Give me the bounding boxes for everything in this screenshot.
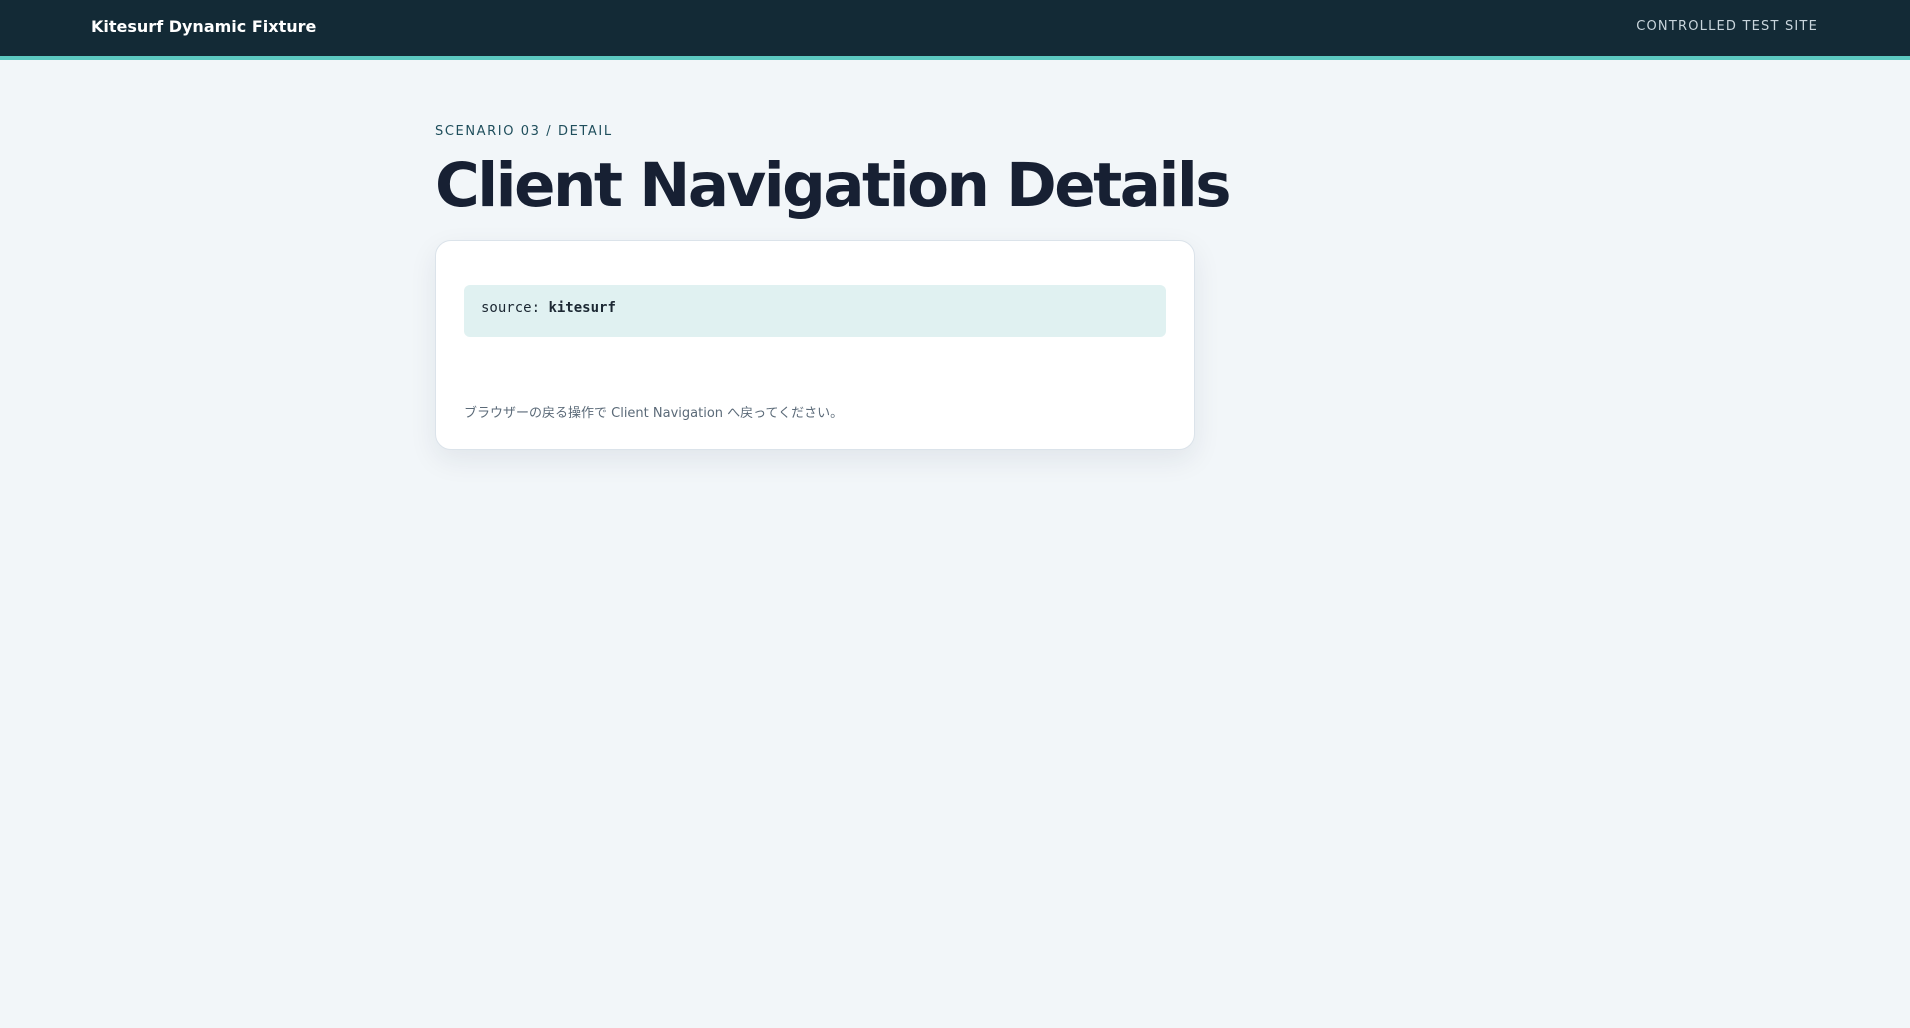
detail-card: source: kitesurf ブラウザーの戻る操作で Client Navi… <box>435 240 1195 450</box>
site-tag: CONTROLLED TEST SITE <box>1636 19 1818 34</box>
breadcrumb: SCENARIO 03 / DETAIL <box>435 124 613 139</box>
site-brand: Kitesurf Dynamic Fixture <box>91 17 317 36</box>
back-navigation-hint: ブラウザーの戻る操作で Client Navigation へ戻ってください。 <box>464 406 844 421</box>
source-code-box: source: kitesurf <box>464 285 1166 337</box>
page-title: Client Navigation Details <box>435 150 1232 221</box>
top-bar: Kitesurf Dynamic Fixture CONTROLLED TEST… <box>0 0 1910 60</box>
main-content: SCENARIO 03 / DETAIL Client Navigation D… <box>435 124 1232 450</box>
source-value: kitesurf <box>548 300 616 316</box>
source-label: source: <box>481 300 549 316</box>
